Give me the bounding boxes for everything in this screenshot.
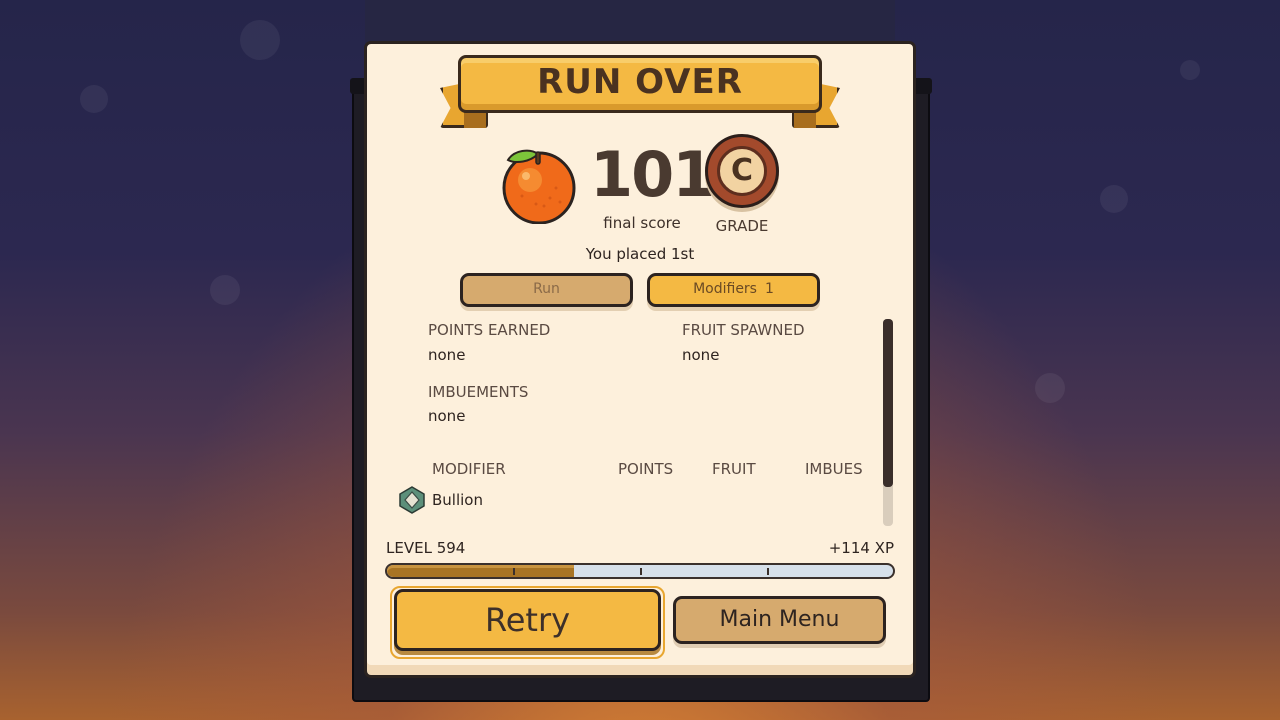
- column-header-fruit: FRUIT: [712, 460, 756, 478]
- tab-modifiers-label: Modifiers: [693, 281, 757, 297]
- stats-scrollbar-thumb[interactable]: [883, 319, 893, 487]
- xp-progress-fill: [387, 565, 575, 577]
- orange-icon: [502, 149, 576, 224]
- placement-text: You placed 1st: [585, 245, 695, 263]
- imbuements-value: none: [428, 407, 466, 425]
- fruit-spawned-label: FRUIT SPAWNED: [682, 321, 805, 339]
- grade-letter: C: [717, 146, 767, 196]
- tab-run-label: Run: [533, 281, 560, 297]
- imbuements-label: IMBUEMENTS: [428, 383, 529, 401]
- xp-tick-mark: [640, 568, 642, 575]
- background-bokeh: [1035, 373, 1065, 403]
- column-header-points: POINTS: [618, 460, 674, 478]
- main-menu-button[interactable]: Main Menu: [673, 596, 886, 644]
- points-earned-value: none: [428, 346, 466, 364]
- background-bokeh: [80, 85, 108, 113]
- column-header-imbues: IMBUES: [805, 460, 863, 478]
- background-bokeh: [240, 20, 280, 60]
- xp-gained-text: +114 XP: [828, 539, 894, 557]
- background-bokeh: [210, 275, 240, 305]
- tab-modifiers[interactable]: Modifiers 1: [647, 273, 820, 307]
- background-bokeh: [1100, 185, 1128, 213]
- final-score-label: final score: [603, 214, 681, 232]
- background-bokeh: [1180, 60, 1200, 80]
- bullion-icon: [399, 486, 425, 514]
- grade-label: GRADE: [715, 217, 769, 235]
- xp-progress-bar: [385, 563, 895, 579]
- tab-modifiers-count: 1: [764, 281, 774, 297]
- points-earned-label: POINTS EARNED: [428, 321, 551, 339]
- retry-button[interactable]: Retry: [394, 589, 661, 651]
- column-header-modifier: MODIFIER: [432, 460, 506, 478]
- level-text: LEVEL 594: [386, 539, 466, 557]
- final-score-value: 101: [590, 138, 715, 211]
- fruit-spawned-value: none: [682, 346, 720, 364]
- grade-badge: C: [705, 134, 779, 208]
- page-title: RUN OVER: [537, 62, 743, 102]
- modifier-name: Bullion: [432, 491, 483, 509]
- tab-run[interactable]: Run: [460, 273, 633, 307]
- xp-tick-mark: [513, 568, 515, 575]
- xp-tick-mark: [767, 568, 769, 575]
